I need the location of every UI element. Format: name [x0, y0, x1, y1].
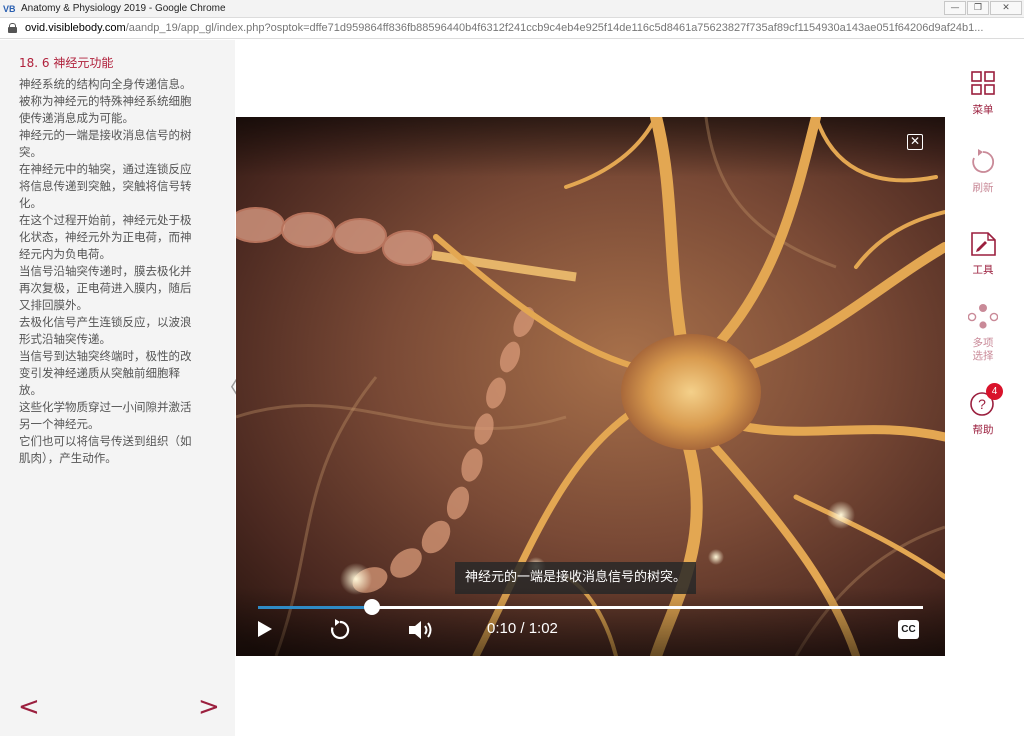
closed-captions-button[interactable]: CC	[898, 620, 919, 639]
close-window-button[interactable]: ✕	[990, 1, 1022, 15]
lesson-paragraph: 神经系统的结构向全身传递信息。	[19, 77, 192, 91]
lesson-paragraph: 去极化信号产生连锁反应，以波浪形式沿轴突传递。	[19, 315, 192, 346]
help-notification-badge: 4	[986, 383, 1003, 400]
lesson-paragraph: 当信号到达轴突终端时，极性的改变引发神经递质从突触前细胞释放。	[19, 349, 192, 397]
app-logo-icon: VB	[3, 3, 16, 14]
help-label: 帮助	[972, 424, 994, 436]
lesson-paragraph: 神经元的一端是接收消息信号的树突。	[19, 128, 192, 159]
refresh-button[interactable]: 刷新	[960, 148, 1006, 195]
tools-button[interactable]: 工具	[960, 230, 1006, 277]
refresh-icon	[972, 149, 995, 173]
lesson-text-panel: 18. 6 神经元功能 神经系统的结构向全身传递信息。 被称为神经元的特殊神经系…	[0, 40, 240, 736]
video-player[interactable]: ✕ 神经元的一端是接收消息信号的树突。 0:10 / 1:02 CC	[236, 117, 945, 656]
multi-select-button[interactable]: 多项 选择	[960, 303, 1006, 363]
multi-select-label-line2: 选择	[972, 350, 994, 362]
lesson-paragraph: 被称为神经元的特殊神经系统细胞使传递消息成为可能。	[19, 94, 192, 125]
replay-icon[interactable]	[329, 619, 351, 641]
section-title: 18. 6 神经元功能	[19, 56, 114, 70]
window-controls: — ❐ ✕	[944, 1, 1022, 15]
video-time: 0:10 / 1:02	[487, 620, 558, 637]
previous-page-button[interactable]: <	[18, 694, 40, 720]
multi-select-icon	[967, 304, 999, 329]
maximize-button[interactable]: ❐	[967, 1, 989, 15]
url-host: ovid.visiblebody.com	[25, 22, 126, 34]
minimize-button[interactable]: —	[944, 1, 966, 15]
refresh-label: 刷新	[972, 182, 994, 194]
lesson-paragraph: 这些化学物质穿过一小间隙并激活另一个神经元。	[19, 400, 192, 431]
play-icon[interactable]	[256, 619, 276, 639]
close-video-button[interactable]: ✕	[907, 134, 923, 150]
video-progress-bar[interactable]	[258, 599, 923, 615]
tools-label: 工具	[972, 264, 994, 276]
help-button[interactable]: ? 4 帮助	[960, 383, 1006, 437]
url-field[interactable]: ovid.visiblebody.com/aandp_19/app_gl/ind…	[25, 22, 1015, 34]
lesson-paragraph: 在神经元中的轴突，通过连锁反应将信息传递到突触，突触将信号转化。	[19, 162, 192, 210]
address-bar[interactable]: ovid.visiblebody.com/aandp_19/app_gl/ind…	[0, 18, 1024, 39]
lesson-paragraph: 在这个过程开始前，神经元处于极化状态，神经元外为正电荷，而神经元内为负电荷。	[19, 213, 192, 261]
menu-label: 菜单	[972, 104, 994, 116]
url-path: /aandp_19/app_gl/index.php?osptok=dffe71…	[125, 22, 984, 34]
video-progress-fill	[258, 606, 373, 609]
lesson-text: 神经系统的结构向全身传递信息。 被称为神经元的特殊神经系统细胞使传递消息成为可能…	[19, 76, 201, 467]
grid-menu-icon	[971, 71, 995, 95]
next-page-button[interactable]: >	[198, 694, 220, 720]
window-titlebar: VB Anatomy & Physiology 2019 - Google Ch…	[0, 0, 1024, 18]
lesson-paragraph: 它们也可以将信号传送到组织（如肌肉），产生动作。	[19, 434, 192, 465]
window-title: Anatomy & Physiology 2019 - Google Chrom…	[21, 3, 226, 14]
lock-icon[interactable]	[8, 23, 17, 33]
multi-select-label-line1: 多项	[972, 337, 994, 349]
volume-icon[interactable]	[408, 619, 438, 641]
lesson-paragraph: 当信号沿轴突传递时，膜去极化并再次复极，正电荷进入膜内，随后又排回膜外。	[19, 264, 192, 312]
edit-document-icon	[971, 232, 996, 256]
svg-text:?: ?	[978, 396, 986, 412]
menu-button[interactable]: 菜单	[960, 70, 1006, 117]
